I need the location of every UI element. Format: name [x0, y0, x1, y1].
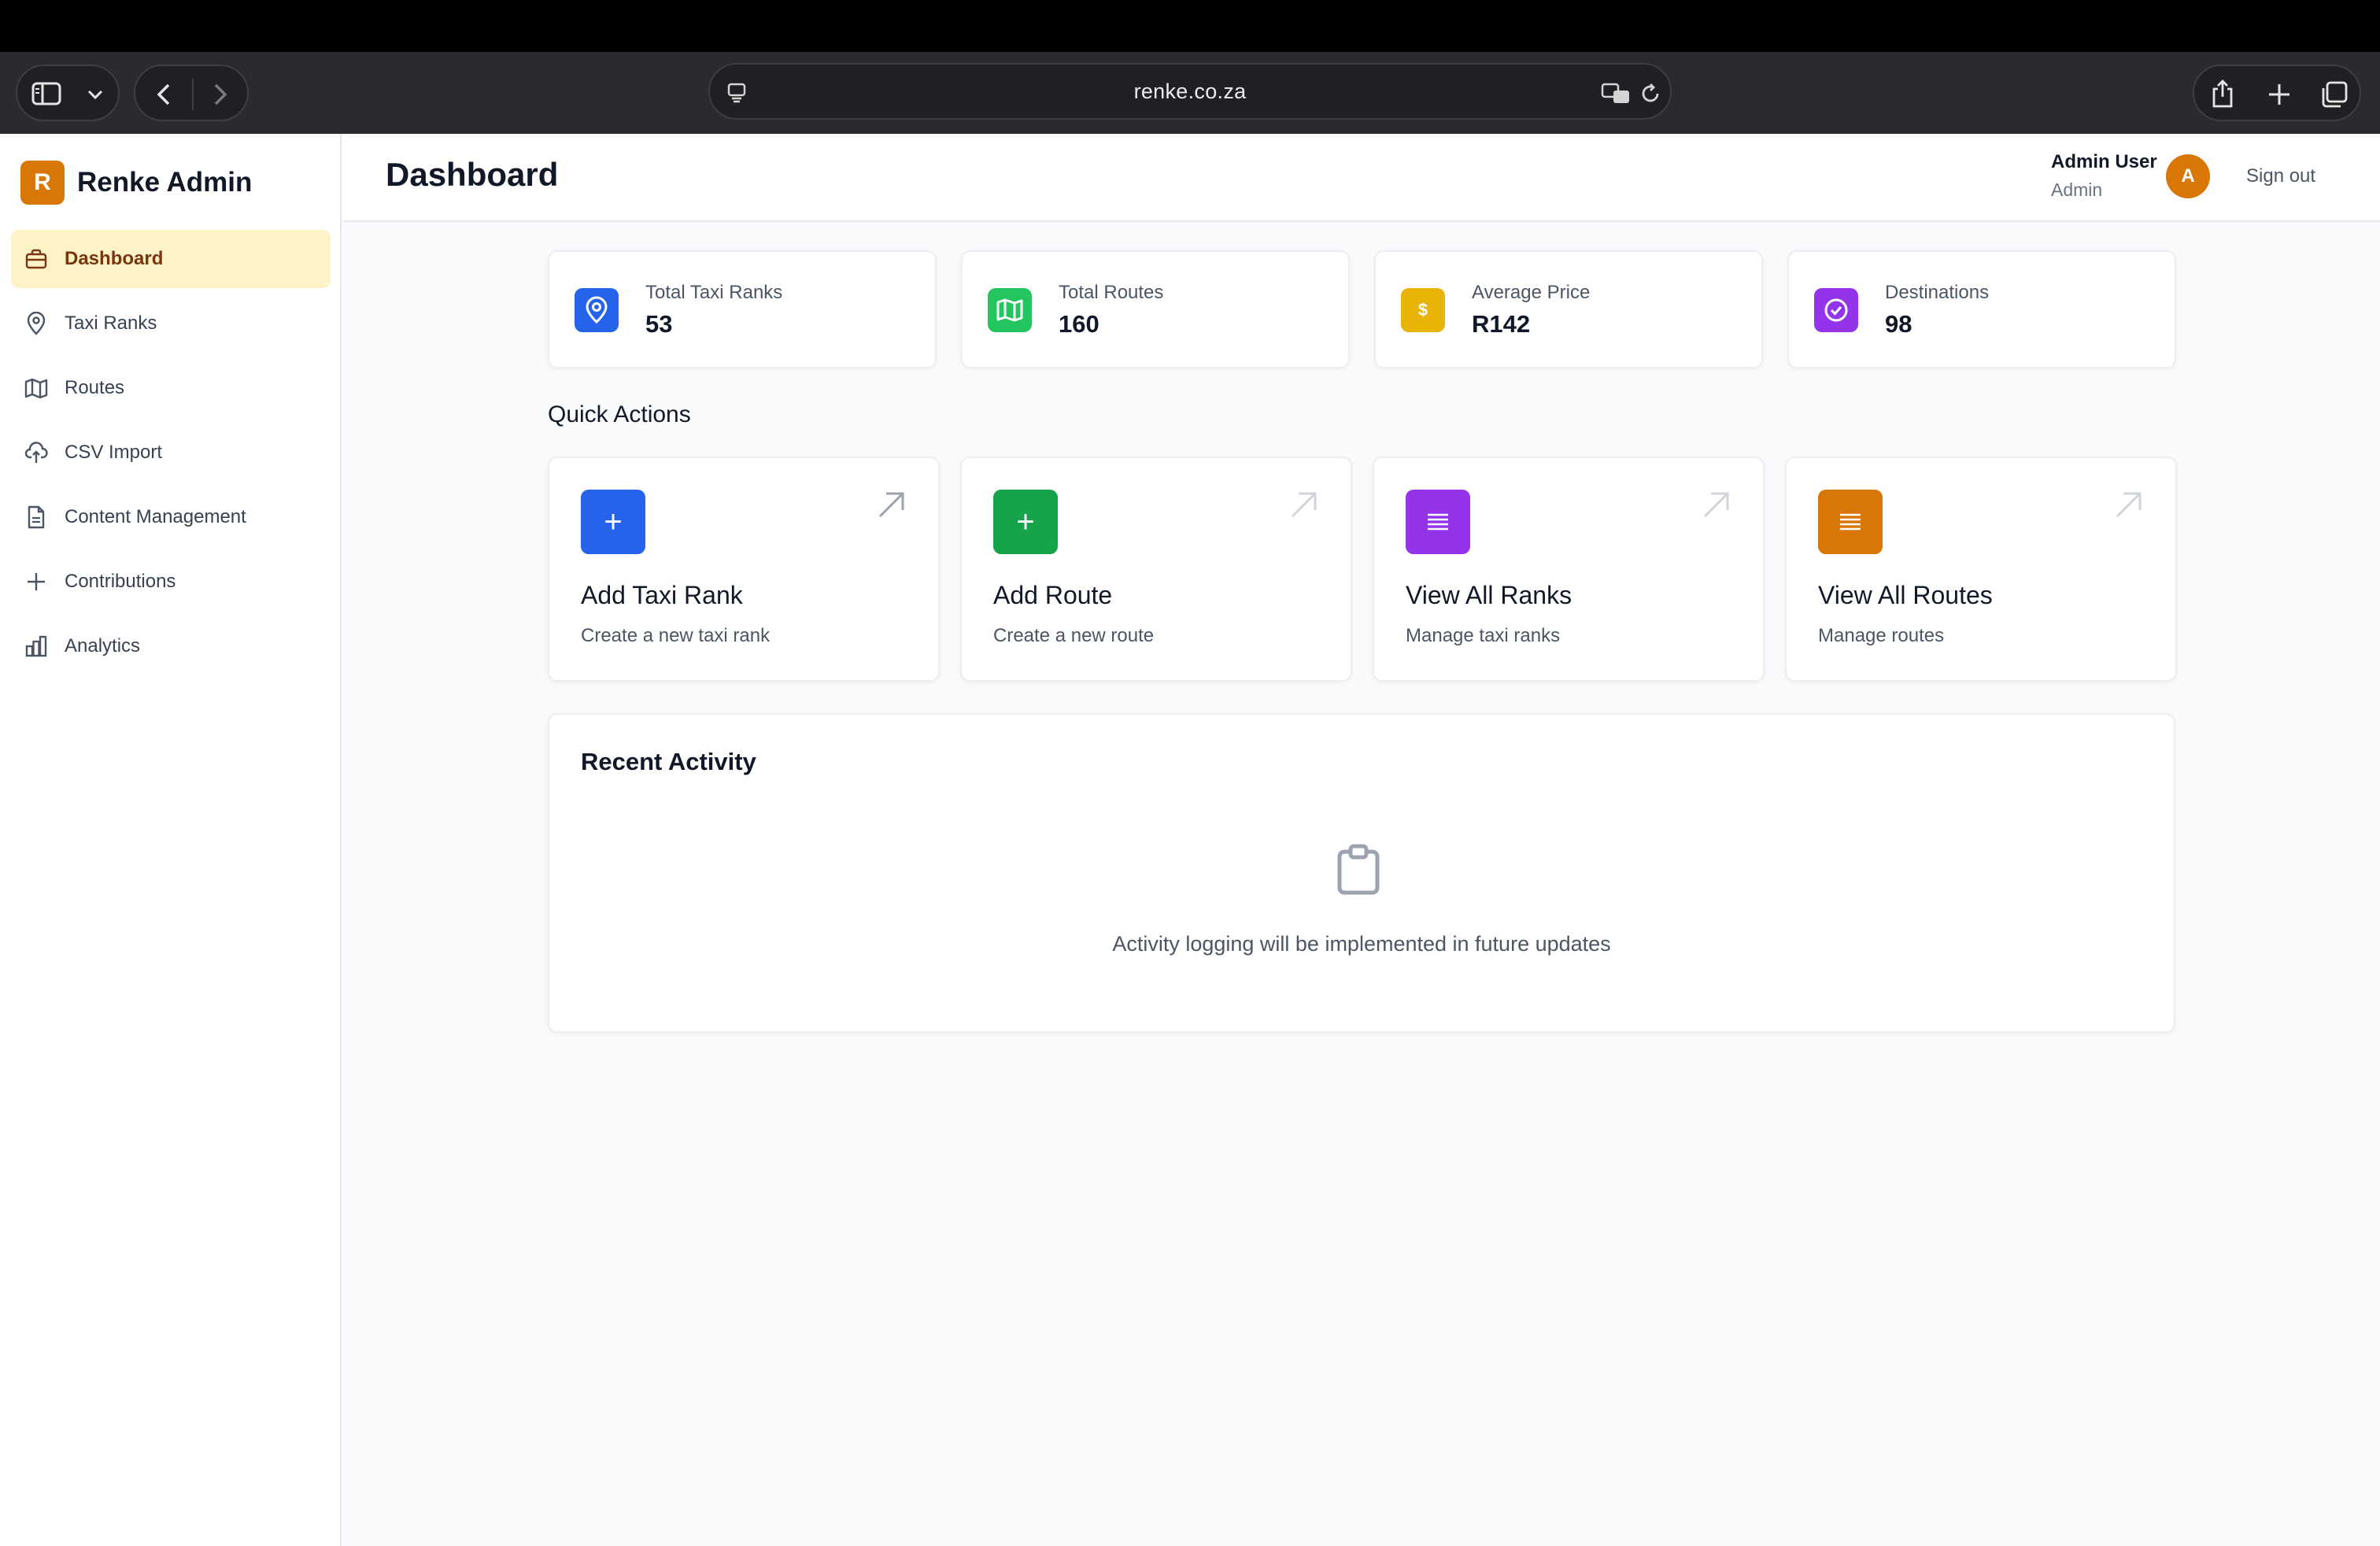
arrow-up-right-icon — [878, 492, 904, 518]
recent-activity-panel: Recent Activity Activity logging will be… — [548, 713, 2175, 1033]
cloud-upload-icon — [24, 440, 49, 465]
empty-state-message: Activity logging will be implemented in … — [1112, 932, 1611, 956]
page-header: Dashboard Admin User Admin A Sign out — [343, 134, 2380, 222]
menu-bar — [0, 0, 2380, 52]
sidebar-icon — [31, 82, 61, 105]
sidebar-item-dashboard[interactable]: Dashboard — [11, 230, 331, 288]
page-title: Dashboard — [386, 156, 559, 193]
forward-icon[interactable] — [211, 82, 230, 107]
quick-action-title: View All Routes — [1818, 581, 1993, 609]
stat-card-total-routes: Total Routes 160 — [961, 250, 1350, 368]
stat-value: 160 — [1059, 310, 1099, 338]
quick-action-subtitle: Manage taxi ranks — [1406, 625, 1561, 646]
stat-card-average-price: $ Average Price R142 — [1374, 250, 1763, 368]
sidebar-item-label: Dashboard — [65, 248, 164, 269]
arrow-up-right-icon — [2116, 492, 2142, 518]
page-menu-icon[interactable] — [726, 82, 748, 104]
stat-label: Total Taxi Ranks — [645, 282, 783, 303]
sidebar-item-analytics[interactable]: Analytics — [11, 617, 331, 675]
sidebar-toggle-button[interactable] — [16, 65, 120, 121]
stat-card-total-taxi-ranks: Total Taxi Ranks 53 — [548, 250, 937, 368]
quick-actions-title: Quick Actions — [548, 401, 691, 427]
clipboard-icon — [1337, 844, 1380, 895]
sidebar-item-contributions[interactable]: Contributions — [11, 553, 331, 611]
history-nav — [134, 65, 249, 121]
quick-action-title: Add Route — [993, 581, 1113, 609]
quick-action-view-all-routes[interactable]: View All Routes Manage routes — [1785, 457, 2177, 682]
list-icon — [1406, 490, 1470, 554]
quick-action-add-route[interactable]: + Add Route Create a new route — [960, 457, 1352, 682]
user-name: Admin User — [2051, 151, 2157, 172]
map-icon — [24, 375, 49, 401]
sidebar-item-label: Contributions — [65, 571, 176, 592]
brand-name: Renke Admin — [77, 167, 253, 198]
sidebar-item-content-management[interactable]: Content Management — [11, 488, 331, 546]
sign-out-button[interactable]: Sign out — [2246, 165, 2315, 187]
sidebar-item-routes[interactable]: Routes — [11, 359, 331, 417]
stat-value: R142 — [1472, 310, 1531, 338]
translate-icon[interactable] — [1601, 82, 1631, 105]
avatar[interactable]: A — [2166, 154, 2210, 198]
stat-card-destinations: Destinations 98 — [1787, 250, 2176, 368]
quick-action-view-all-ranks[interactable]: View All Ranks Manage taxi ranks — [1373, 457, 1765, 682]
dollar-icon: $ — [1401, 288, 1445, 332]
user-role: Admin — [2051, 179, 2103, 200]
stat-label: Average Price — [1472, 282, 1591, 303]
stat-label: Total Routes — [1059, 282, 1164, 303]
quick-action-subtitle: Manage routes — [1818, 625, 1945, 646]
browser-toolbar: renke.co.za — [0, 52, 2380, 134]
quick-action-add-taxi-rank[interactable]: + Add Taxi Rank Create a new taxi rank — [548, 457, 940, 682]
quick-action-subtitle: Create a new taxi rank — [581, 625, 771, 646]
brand[interactable]: R Renke Admin — [20, 161, 252, 205]
share-icon[interactable] — [2210, 79, 2235, 109]
quick-action-title: Add Taxi Rank — [581, 581, 743, 609]
back-icon[interactable] — [154, 82, 173, 107]
stat-label: Destinations — [1885, 282, 1990, 303]
briefcase-icon — [24, 246, 49, 272]
quick-action-subtitle: Create a new route — [993, 625, 1155, 646]
check-circle-icon — [1814, 288, 1858, 332]
reload-icon[interactable] — [1639, 82, 1662, 105]
sidebar-item-label: Analytics — [65, 635, 141, 656]
map-pin-icon — [24, 311, 49, 336]
map-icon — [988, 288, 1032, 332]
quick-action-title: View All Ranks — [1406, 581, 1572, 609]
brand-logo: R — [20, 161, 65, 205]
sidebar-item-label: Content Management — [65, 506, 246, 527]
map-pin-icon — [575, 288, 619, 332]
chevron-down-icon — [87, 90, 103, 100]
sidebar-nav: Dashboard Taxi Ranks Routes CSV Import C… — [11, 230, 331, 682]
sidebar-item-label: Taxi Ranks — [65, 313, 157, 334]
user-info: Admin User Admin — [2051, 151, 2157, 201]
arrow-up-right-icon — [1291, 492, 1317, 518]
address-bar[interactable]: renke.co.za — [708, 63, 1672, 120]
bar-chart-icon — [24, 634, 49, 659]
new-tab-icon[interactable] — [2267, 82, 2292, 107]
stat-value: 53 — [645, 310, 673, 338]
tab-overview-icon[interactable] — [2320, 80, 2349, 109]
url-text: renke.co.za — [1133, 79, 1247, 103]
sidebar-item-label: Routes — [65, 377, 125, 398]
document-icon — [24, 505, 49, 530]
recent-activity-title: Recent Activity — [581, 748, 756, 775]
plus-icon: + — [993, 490, 1058, 554]
sidebar-item-csv-import[interactable]: CSV Import — [11, 423, 331, 482]
sidebar-item-taxi-ranks[interactable]: Taxi Ranks — [11, 294, 331, 353]
browser-actions — [2193, 65, 2361, 121]
plus-icon: + — [581, 490, 645, 554]
arrow-up-right-icon — [1703, 492, 1729, 518]
list-icon — [1818, 490, 1883, 554]
stat-value: 98 — [1885, 310, 1913, 338]
sidebar-item-label: CSV Import — [65, 442, 163, 463]
plus-icon — [24, 569, 49, 594]
sidebar: R Renke Admin Dashboard Taxi Ranks Route… — [0, 134, 342, 1546]
